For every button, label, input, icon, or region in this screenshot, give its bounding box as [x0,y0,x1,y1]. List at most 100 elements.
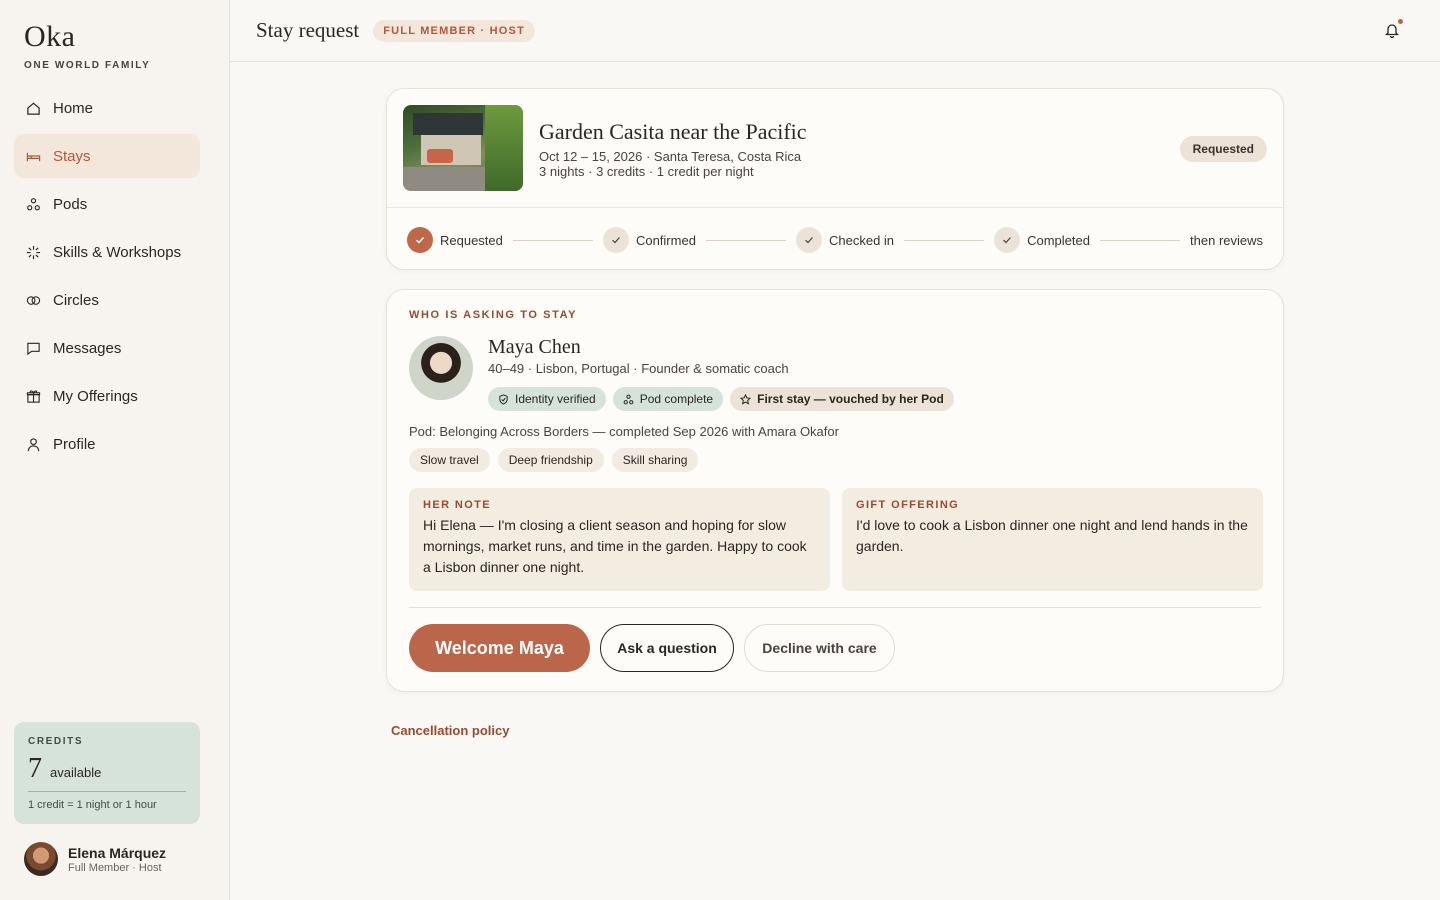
guest-badges: Identity verified Pod complete First sta… [488,387,961,411]
guest-avatar[interactable] [409,336,473,400]
credits-available-label: available [50,765,102,780]
sidebar-item-messages[interactable]: Messages [14,326,200,370]
membership-badge: FULL MEMBER · HOST [373,19,536,42]
bed-icon [26,152,41,161]
badge-label: Pod complete [639,392,714,406]
tag: Deep friendship [497,448,604,472]
sidebar-item-home[interactable]: Home [14,86,200,130]
notification-dot [1398,19,1403,24]
gift-label: GIFT OFFERING [856,499,960,511]
shield-check-icon [499,393,508,405]
sidebar-item-label: Pods [53,195,88,213]
section-label: WHO IS ASKING TO STAY [409,309,578,321]
sidebar-item-label: Stays [53,147,91,165]
check-icon [407,227,433,253]
tag: Slow travel [409,448,490,472]
sidebar-item-label: Messages [53,339,122,357]
step-connector [1099,239,1181,241]
pods-icon [623,394,634,404]
step-label: Checked in [828,232,895,248]
pod-info: Pod: Belonging Across Borders — complete… [409,424,839,439]
step-label: Completed [1027,232,1090,248]
check-icon [994,227,1021,253]
sidebar-item-stays[interactable]: Stays [14,134,200,178]
gift-icon [26,389,41,403]
stay-dates-location: Oct 12 – 15, 2026 · Santa Teresa, Costa … [539,149,802,164]
user-role: Full Member · Host [68,861,162,874]
sidebar-item-label: Profile [53,435,96,453]
welcome-button[interactable]: Welcome Maya [409,624,590,672]
step-label: Requested [440,232,503,248]
step-requested: Requested [407,227,503,253]
page-title: Stay request [256,18,360,42]
credits-balance: 7 available [28,753,186,792]
sidebar-item-label: Circles [53,291,99,309]
note-label: HER NOTE [423,499,492,511]
notifications-button[interactable] [1384,19,1403,39]
bell-icon [1384,24,1400,39]
guest-note: HER NOTE Hi Elena — I'm closing a client… [409,488,830,591]
sidebar-item-profile[interactable]: Profile [14,422,200,466]
current-user[interactable]: Elena Márquez Full Member · Host [24,842,166,876]
badge-first-stay: First stay — vouched by her Pod [730,387,954,411]
step-checked-in: Checked in [795,227,895,253]
brand[interactable]: Oka ONE WORLD FAMILY [24,20,150,71]
step-connector [512,239,593,241]
avatar [24,842,58,876]
home-icon [27,102,40,115]
pods-icon [27,197,40,210]
sidebar: Oka ONE WORLD FAMILY Home Stays Pods Ski… [0,0,230,900]
brand-tagline: ONE WORLD FAMILY [24,60,151,71]
sidebar-item-circles[interactable]: Circles [14,278,200,322]
note-text: Hi Elena — I'm closing a client season a… [423,517,807,575]
badge-identity-verified: Identity verified [488,387,606,411]
sidebar-item-skills[interactable]: Skills & Workshops [14,230,200,274]
guest-meta: 40–49 · Lisbon, Portugal · Founder & som… [488,361,789,376]
credits-note: 1 credit = 1 night or 1 hour [28,799,157,811]
stay-title: Garden Casita near the Pacific [539,119,807,144]
stay-photo[interactable] [403,105,523,191]
interest-tags: Slow travel Deep friendship Skill sharin… [409,448,706,472]
sidebar-item-offerings[interactable]: My Offerings [14,374,200,418]
decline-button[interactable]: Decline with care [744,624,895,672]
step-end-label: then reviews [1190,232,1264,248]
stay-summary: Garden Casita near the Pacific Oct 12 – … [387,89,1283,208]
credits-panel: CREDITS 7 available 1 credit = 1 night o… [14,722,200,824]
sidebar-item-pods[interactable]: Pods [14,182,200,226]
sidebar-nav: Home Stays Pods Skills & Workshops Circl… [14,86,200,470]
sidebar-item-label: My Offerings [53,387,138,405]
status-badge: Requested [1179,136,1267,162]
gift-offering: GIFT OFFERING I'd love to cook a Lisbon … [842,488,1263,591]
tag: Skill sharing [611,448,699,472]
request-card: WHO IS ASKING TO STAY Maya Chen 40–49 · … [386,289,1284,692]
step-confirmed: Confirmed [602,227,696,253]
star-icon [740,393,752,405]
sparkle-icon [26,245,41,259]
stay-summary-text: 3 nights · 3 credits · 1 credit per nigh… [539,164,754,179]
check-icon [602,227,629,253]
gift-text: I'd love to cook a Lisbon dinner one nig… [856,517,1248,554]
request-actions: Welcome Maya Ask a question Decline with… [409,624,905,672]
step-connector [705,239,786,241]
guest-name[interactable]: Maya Chen [488,336,581,359]
circles-icon [26,295,41,305]
cancellation-policy-link[interactable]: Cancellation policy [391,723,509,738]
badge-label: Identity verified [515,392,596,406]
message-icon [27,342,40,355]
credits-label: CREDITS [28,736,84,747]
step-connector [904,239,985,241]
sidebar-item-label: Home [53,99,94,117]
brand-name: Oka [24,20,76,53]
step-label: Confirmed [635,232,696,248]
user-icon [27,437,40,451]
stay-card: Garden Casita near the Pacific Oct 12 – … [386,88,1284,270]
credits-count: 7 [28,753,42,784]
check-icon [795,227,822,253]
badge-label: First stay — vouched by her Pod [757,392,944,406]
ask-question-button[interactable]: Ask a question [600,624,734,672]
stay-progress: Requested Confirmed Checked in Completed… [407,227,1263,253]
step-completed: Completed [994,227,1090,253]
page-header: Stay request FULL MEMBER · HOST [230,0,1440,62]
badge-pod-complete: Pod complete [612,387,724,411]
user-name: Elena Márquez [68,844,167,861]
